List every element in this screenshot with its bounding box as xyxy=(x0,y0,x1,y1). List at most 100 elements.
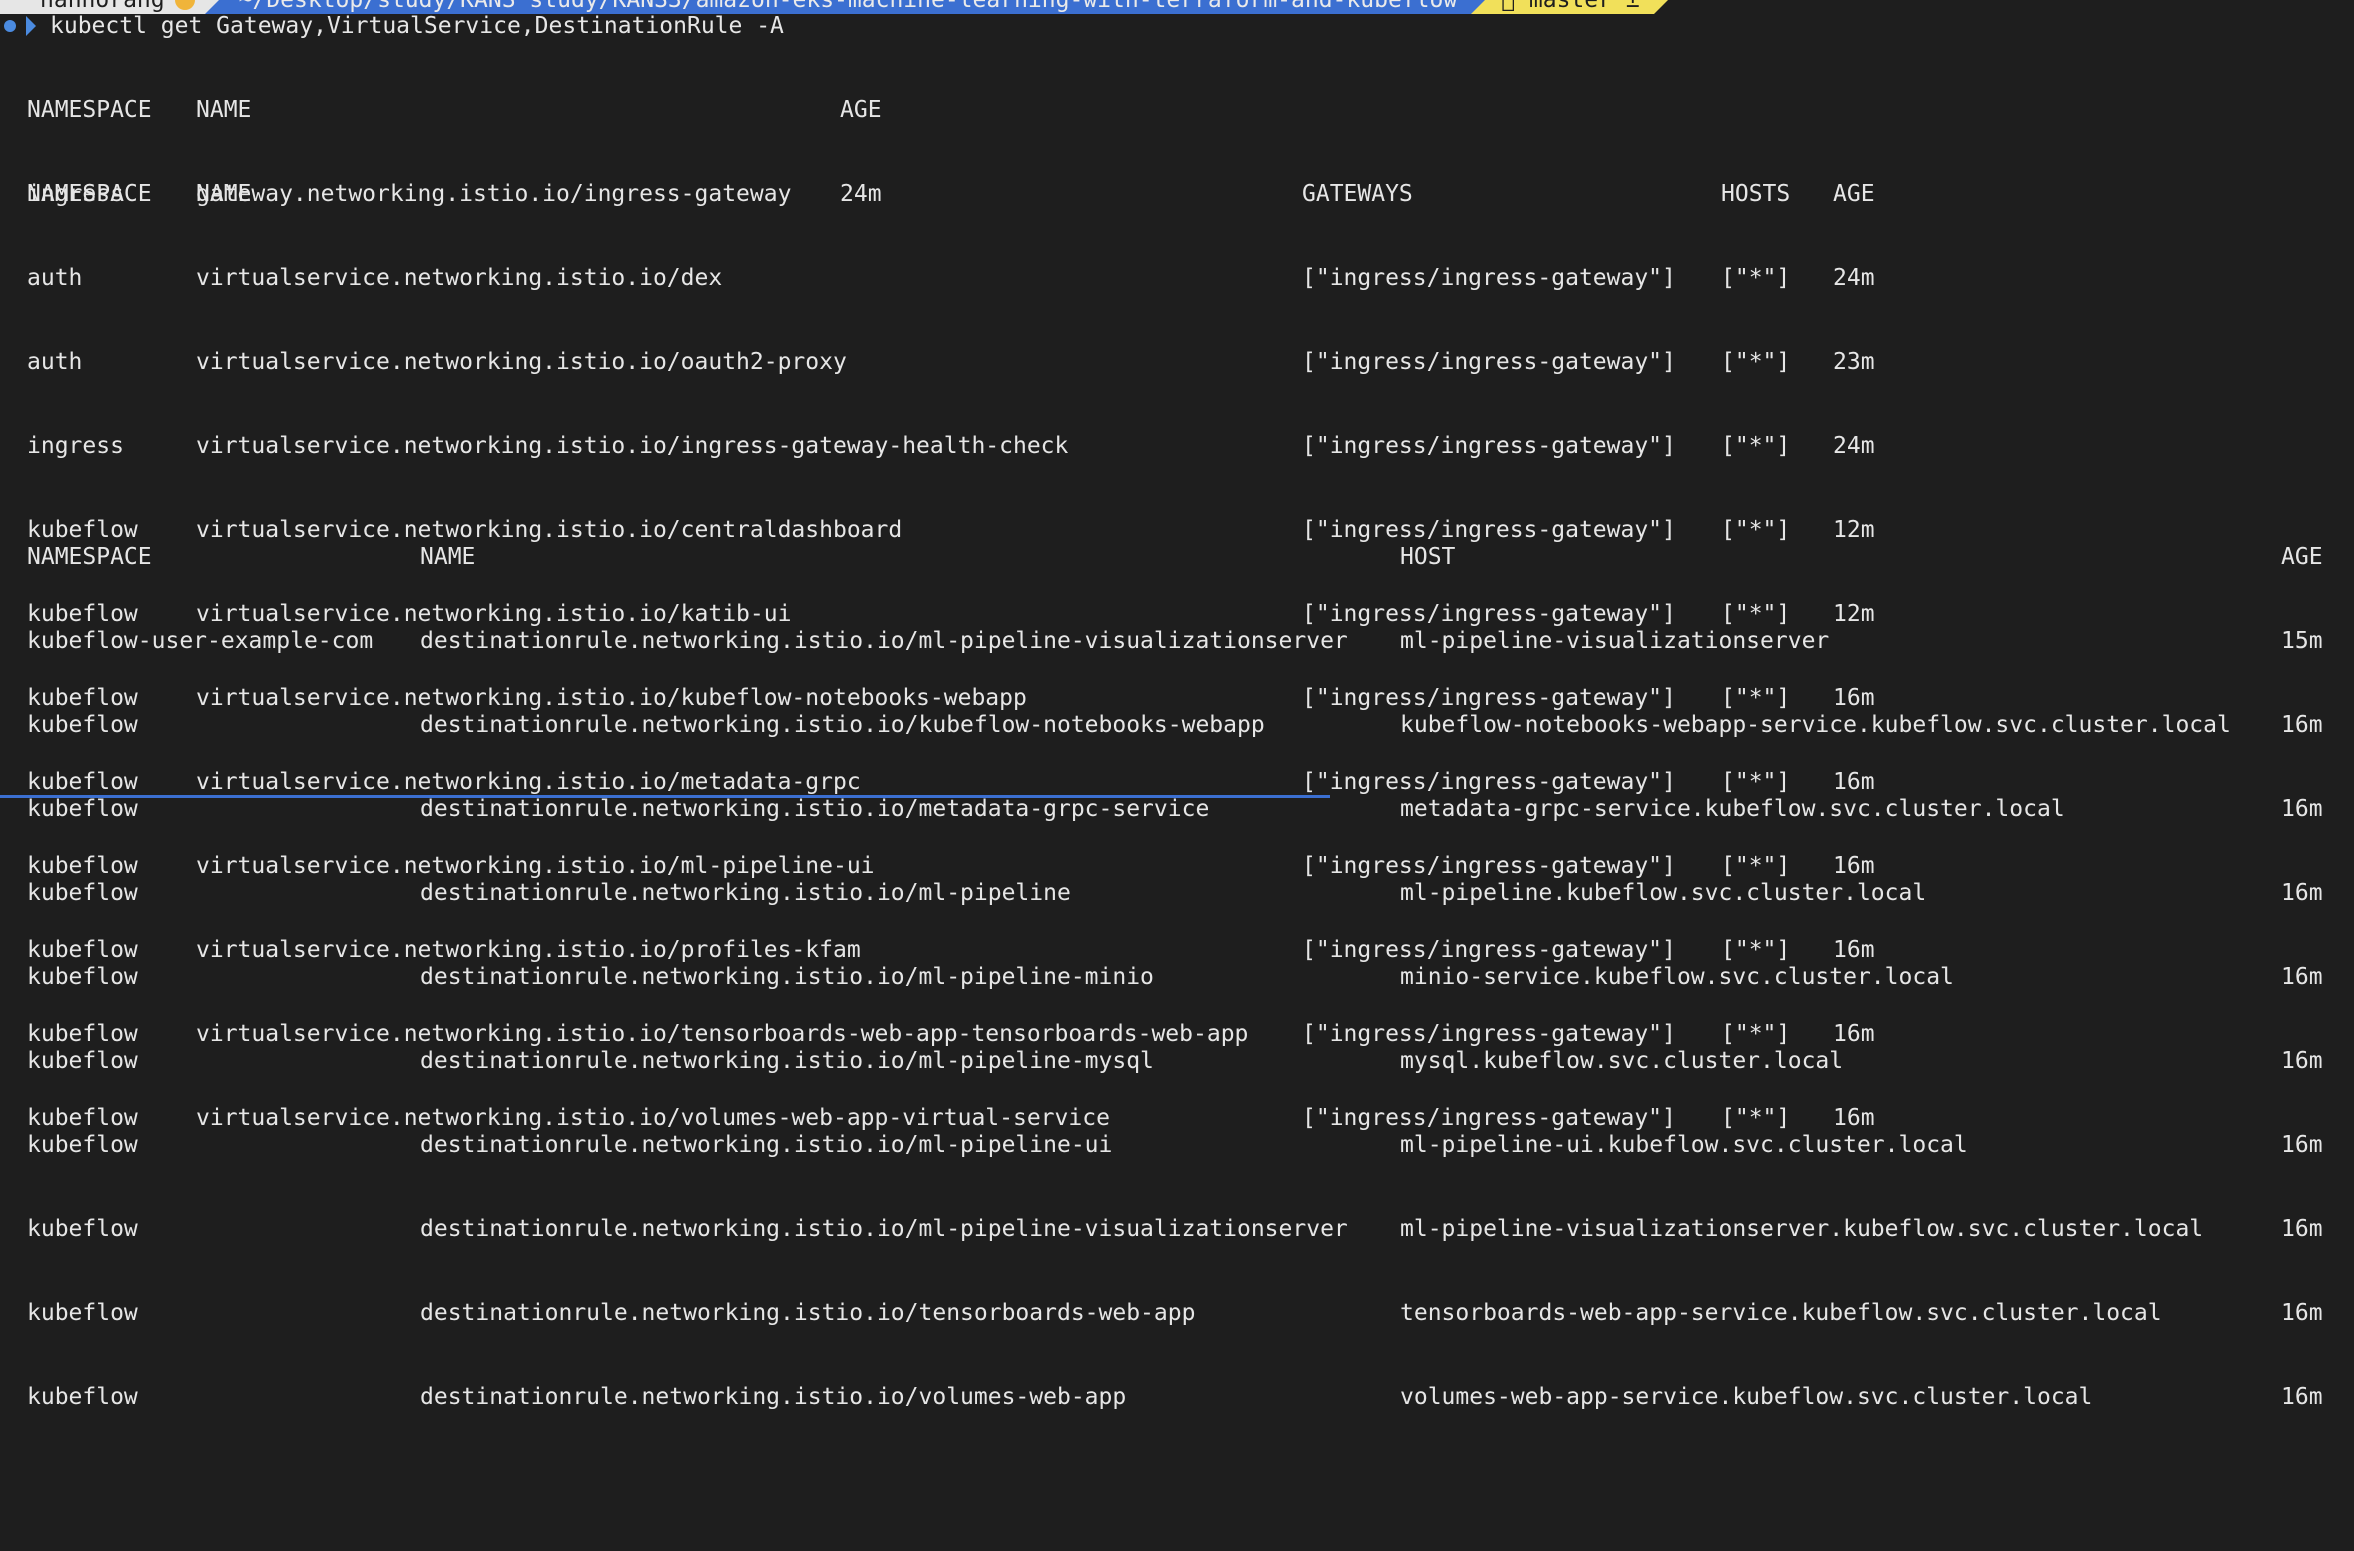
age-cell: 16m xyxy=(2281,1384,2323,1410)
host-cell: ml-pipeline.kubeflow.svc.cluster.local xyxy=(1400,880,1927,906)
name-cell: virtualservice.networking.istio.io/kubef… xyxy=(196,685,1027,711)
table-row: kubeflow destinationrule.networking.isti… xyxy=(27,795,2323,823)
host-cell: ml-pipeline-ui.kubeflow.svc.cluster.loca… xyxy=(1400,1132,1968,1158)
table-header: NAMESPACE NAME GATEWAYS HOSTS AGE xyxy=(27,180,1875,208)
table-row: kubeflow destinationrule.networking.isti… xyxy=(27,1047,2323,1075)
table-row: auth virtualservice.networking.istio.io/… xyxy=(27,264,1875,292)
host-cell: tensorboards-web-app-service.kubeflow.sv… xyxy=(1400,1300,2162,1326)
table-row: kubeflow destinationrule.networking.isti… xyxy=(27,879,2323,907)
gateways-cell: ["ingress/ingress-gateway"] xyxy=(1302,265,1676,291)
command-text: kubectl get Gateway,VirtualService,Desti… xyxy=(50,13,784,39)
command-line[interactable]: kubectl get Gateway,VirtualService,Desti… xyxy=(0,12,784,40)
host-cell: minio-service.kubeflow.svc.cluster.local xyxy=(1400,964,1954,990)
table-row: kubeflow destinationrule.networking.isti… xyxy=(27,1215,2323,1243)
namespace-cell: kubeflow xyxy=(27,1300,138,1326)
age-cell: 15m xyxy=(2281,628,2323,654)
name-cell: destinationrule.networking.istio.io/kube… xyxy=(420,712,1265,738)
table-header: NAMESPACE NAME HOST AGE xyxy=(27,543,2323,571)
hosts-cell: ["*"] xyxy=(1721,433,1791,459)
age-cell: 16m xyxy=(2281,1048,2323,1074)
table-row: auth virtualservice.networking.istio.io/… xyxy=(27,348,1875,376)
host-cell: volumes-web-app-service.kubeflow.svc.clu… xyxy=(1400,1384,2093,1410)
table-row: kubeflow destinationrule.networking.isti… xyxy=(27,1131,2323,1159)
gateways-cell: ["ingress/ingress-gateway"] xyxy=(1302,769,1676,795)
name-cell: virtualservice.networking.istio.io/oauth… xyxy=(196,349,847,375)
hosts-cell: ["*"] xyxy=(1721,1021,1791,1047)
name-cell: virtualservice.networking.istio.io/centr… xyxy=(196,517,903,543)
hosts-cell: ["*"] xyxy=(1721,769,1791,795)
age-cell: 24m xyxy=(840,181,882,207)
namespace-cell: auth xyxy=(27,265,83,291)
age-cell: 16m xyxy=(2281,1300,2323,1326)
age-cell: 16m xyxy=(2281,1132,2323,1158)
smiley-icon xyxy=(174,0,195,10)
name-cell: virtualservice.networking.istio.io/katib… xyxy=(196,601,792,627)
prompt-git-branch: master ± xyxy=(1515,0,1640,13)
host-cell: ml-pipeline-visualizationserver.kubeflow… xyxy=(1400,1216,2204,1242)
name-cell: gateway.networking.istio.io/ingress-gate… xyxy=(196,181,792,207)
hosts-cell: ["*"] xyxy=(1721,601,1791,627)
age-cell: 16m xyxy=(1833,937,1875,963)
gateways-cell: ["ingress/ingress-gateway"] xyxy=(1302,1021,1676,1047)
age-cell: 16m xyxy=(2281,796,2323,822)
gateways-cell: ["ingress/ingress-gateway"] xyxy=(1302,349,1676,375)
name-cell: destinationrule.networking.istio.io/meta… xyxy=(420,796,1210,822)
name-cell: virtualservice.networking.istio.io/ingre… xyxy=(196,433,1069,459)
name-cell: destinationrule.networking.istio.io/ml-p… xyxy=(420,964,1154,990)
namespace-cell: ingress xyxy=(27,433,124,459)
hosts-cell: ["*"] xyxy=(1721,517,1791,543)
column-header: GATEWAYS xyxy=(1302,181,1413,207)
age-cell: 16m xyxy=(2281,964,2323,990)
name-cell: virtualservice.networking.istio.io/volum… xyxy=(196,1105,1110,1131)
age-cell: 24m xyxy=(1833,433,1875,459)
age-cell: 16m xyxy=(1833,769,1875,795)
host-cell: metadata-grpc-service.kubeflow.svc.clust… xyxy=(1400,796,2065,822)
column-header: NAME xyxy=(196,181,252,207)
namespace-cell: kubeflow xyxy=(27,964,138,990)
destinationrule-table: NAMESPACE NAME HOST AGE kubeflow-user-ex… xyxy=(27,487,2323,1439)
name-cell: destinationrule.networking.istio.io/ml-p… xyxy=(420,628,1348,654)
name-cell: destinationrule.networking.istio.io/tens… xyxy=(420,1300,1196,1326)
gateways-cell: ["ingress/ingress-gateway"] xyxy=(1302,517,1676,543)
column-header: HOSTS xyxy=(1721,181,1791,207)
hosts-cell: ["*"] xyxy=(1721,349,1791,375)
column-header: NAME xyxy=(196,97,252,123)
namespace-cell: kubeflow xyxy=(27,880,138,906)
age-cell: 16m xyxy=(1833,685,1875,711)
table-row: kubeflow destinationrule.networking.isti… xyxy=(27,1299,2323,1327)
column-header: NAMESPACE xyxy=(27,181,152,207)
age-cell: 24m xyxy=(1833,265,1875,291)
namespace-cell: kubeflow xyxy=(27,796,138,822)
column-header: AGE xyxy=(840,97,882,123)
age-cell: 12m xyxy=(1833,601,1875,627)
namespace-cell: kubeflow xyxy=(27,1132,138,1158)
prompt-caret-icon xyxy=(26,16,36,36)
age-cell: 16m xyxy=(1833,1021,1875,1047)
gateways-cell: ["ingress/ingress-gateway"] xyxy=(1302,433,1676,459)
gateways-cell: ["ingress/ingress-gateway"] xyxy=(1302,685,1676,711)
column-header: NAMESPACE xyxy=(27,544,152,570)
hosts-cell: ["*"] xyxy=(1721,853,1791,879)
powerline-separator-icon xyxy=(1653,0,1668,14)
column-header: HOST xyxy=(1400,544,1456,570)
namespace-cell: kubeflow xyxy=(27,1216,138,1242)
age-cell: 16m xyxy=(1833,1105,1875,1131)
table-row: ingress virtualservice.networking.istio.… xyxy=(27,432,1875,460)
namespace-cell: kubeflow xyxy=(27,1048,138,1074)
column-header: AGE xyxy=(2281,544,2323,570)
namespace-cell: kubeflow xyxy=(27,1384,138,1410)
namespace-cell: kubeflow-user-example-com xyxy=(27,628,374,654)
age-cell: 16m xyxy=(2281,712,2323,738)
gateways-cell: ["ingress/ingress-gateway"] xyxy=(1302,937,1676,963)
name-cell: virtualservice.networking.istio.io/ml-pi… xyxy=(196,853,875,879)
table-row: kubeflow-user-example-com destinationrul… xyxy=(27,627,2323,655)
age-cell: 16m xyxy=(2281,1216,2323,1242)
table-row: kubeflow destinationrule.networking.isti… xyxy=(27,1383,2323,1411)
host-cell: ml-pipeline-visualizationserver xyxy=(1400,628,1830,654)
host-cell: kubeflow-notebooks-webapp-service.kubefl… xyxy=(1400,712,2231,738)
name-cell: destinationrule.networking.istio.io/ml-p… xyxy=(420,1216,1348,1242)
name-cell: destinationrule.networking.istio.io/ml-p… xyxy=(420,1048,1154,1074)
branch-icon:  xyxy=(1501,0,1516,13)
column-header: NAME xyxy=(420,544,476,570)
prompt-git-segment:  master ± xyxy=(1485,0,1654,14)
